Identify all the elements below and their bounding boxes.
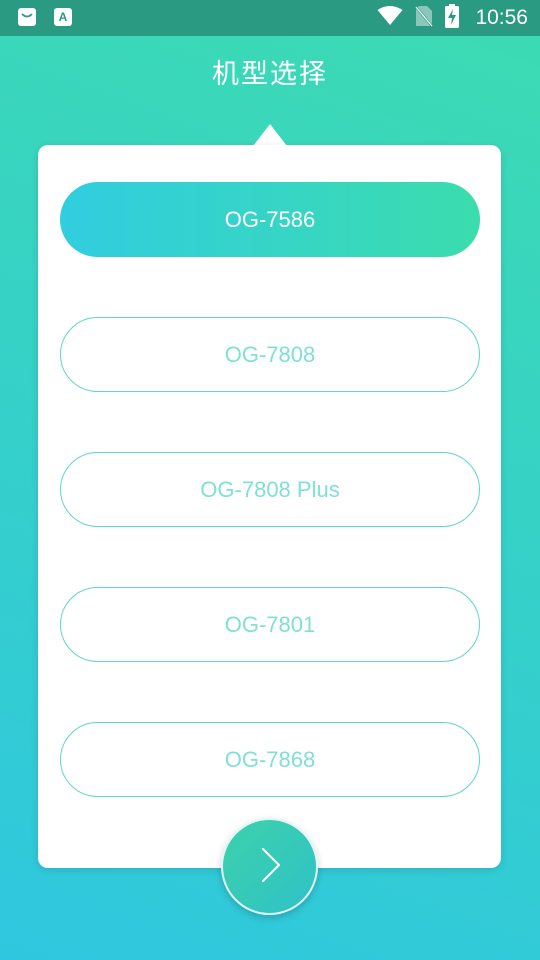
app-notification-icon [18, 8, 36, 26]
chevron-right-icon [255, 845, 285, 889]
page-title: 机型选择 [212, 59, 328, 90]
model-option-og-7586[interactable]: OG-7586 [60, 182, 480, 257]
wifi-icon [377, 6, 403, 30]
model-option-og-7868[interactable]: OG-7868 [60, 722, 480, 797]
card-pointer [253, 124, 287, 146]
next-button[interactable] [221, 818, 318, 915]
battery-charging-icon [445, 4, 460, 32]
status-left-icons: A [18, 8, 72, 26]
status-right-icons: 10:56 [377, 0, 528, 36]
app-a-icon: A [54, 8, 72, 26]
model-option-og-7801[interactable]: OG-7801 [60, 587, 480, 662]
status-bar: A 10:56 [0, 0, 540, 36]
no-sim-icon [415, 5, 434, 31]
model-option-og-7808[interactable]: OG-7808 [60, 317, 480, 392]
model-option-og-7808-plus[interactable]: OG-7808 Plus [60, 452, 480, 527]
status-time: 10:56 [475, 6, 528, 29]
